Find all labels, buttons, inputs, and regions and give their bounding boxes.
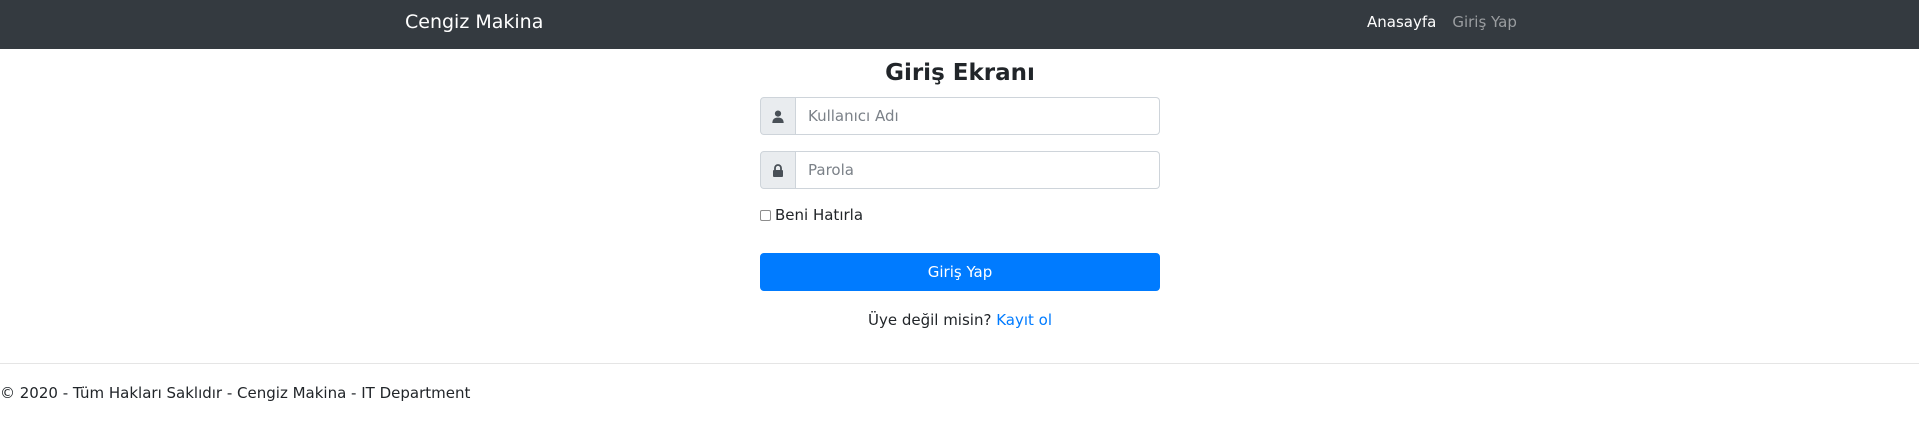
password-group <box>760 151 1160 189</box>
footer-text: © 2020 - Tüm Hakları Saklıdır - Cengiz M… <box>0 384 471 402</box>
nav-link-home[interactable]: Anasayfa <box>1367 12 1436 32</box>
nav-links: Anasayfa Giriş Yap <box>1367 12 1517 32</box>
register-line: Üye değil misin? Kayıt ol <box>760 309 1160 331</box>
password-input[interactable] <box>796 151 1160 189</box>
login-submit-button[interactable]: Giriş Yap <box>760 253 1160 291</box>
top-navbar: Cengiz Makina Anasayfa Giriş Yap <box>0 0 1919 49</box>
brand-link[interactable]: Cengiz Makina <box>405 9 543 35</box>
user-icon <box>760 97 796 135</box>
remember-checkbox[interactable] <box>760 209 771 221</box>
remember-me[interactable]: Beni Hatırla <box>760 206 863 224</box>
nav-link-login[interactable]: Giriş Yap <box>1452 12 1517 32</box>
footer-divider <box>0 363 1919 364</box>
remember-label: Beni Hatırla <box>775 206 864 224</box>
lock-icon <box>760 151 796 189</box>
username-input[interactable] <box>796 97 1160 135</box>
page-title: Giriş Ekranı <box>885 60 1035 86</box>
register-prompt: Üye değil misin? <box>867 311 992 329</box>
username-group <box>760 97 1160 135</box>
register-link[interactable]: Kayıt ol <box>996 311 1052 329</box>
